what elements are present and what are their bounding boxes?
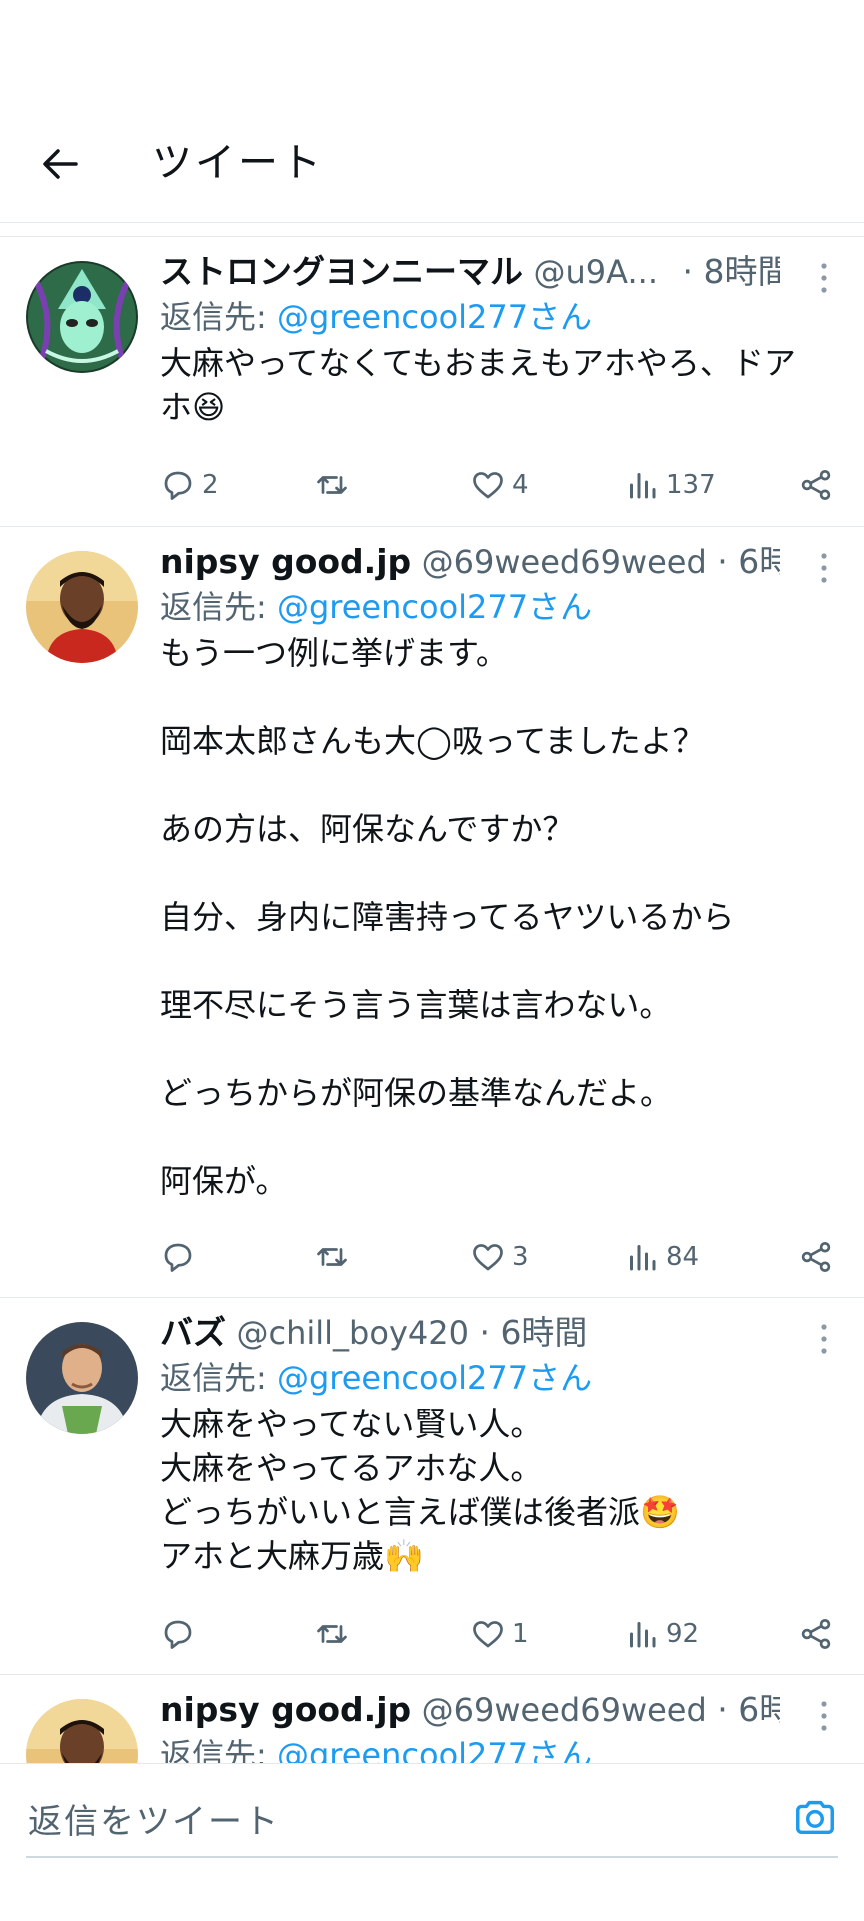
share-button[interactable] bbox=[798, 463, 834, 507]
display-name[interactable]: nipsy good.jp bbox=[160, 1690, 411, 1729]
views-button[interactable]: 84 bbox=[624, 1235, 699, 1279]
reply-input[interactable] bbox=[26, 1784, 840, 1860]
tweet-time[interactable]: 6時間 bbox=[500, 1313, 587, 1352]
view-count: 137 bbox=[666, 470, 716, 500]
camera-button[interactable] bbox=[792, 1794, 838, 1840]
tweet-card[interactable]: バズ @chill_boy420 · 6時間 返信先: @greencool27… bbox=[0, 1297, 864, 1674]
tweet-text: もう一つ例に挙げます。 岡本太郎さんも大◯吸ってましたよ？ あの方は、阿保なんで… bbox=[160, 634, 735, 1200]
avatar[interactable] bbox=[26, 261, 138, 373]
reply-icon bbox=[164, 1620, 192, 1649]
reply-prefix: 返信先: bbox=[160, 1359, 277, 1397]
user-handle[interactable]: @u9A... bbox=[534, 253, 658, 291]
avatar-space-ranger-image bbox=[26, 1322, 138, 1434]
reply-mention-link[interactable]: @greencool277さん bbox=[277, 298, 592, 336]
bar-chart-icon bbox=[630, 473, 656, 499]
reply-prefix: 返信先: bbox=[160, 588, 277, 626]
reply-context: 返信先: @greencool277さん bbox=[160, 1356, 834, 1400]
tweet-meta: ストロングヨンニーマル @u9A... · 8時間 bbox=[160, 249, 780, 295]
display-name[interactable]: バズ bbox=[160, 1313, 226, 1352]
tweet-actions: 3 84 bbox=[160, 1235, 834, 1279]
more-options-button[interactable] bbox=[814, 1322, 834, 1356]
reply-context: 返信先: @greencool277さん bbox=[160, 295, 834, 339]
display-name[interactable]: ストロングヨンニーマル bbox=[160, 252, 523, 291]
user-handle[interactable]: @chill_boy420 bbox=[237, 1314, 469, 1352]
tweet-time[interactable]: 6時間 bbox=[738, 1690, 780, 1729]
views-button[interactable]: 92 bbox=[624, 1612, 699, 1656]
user-handle[interactable]: @69weed69weed bbox=[422, 543, 707, 581]
reply-mention-link[interactable]: @greencool277さん bbox=[277, 1359, 592, 1397]
retweet-button[interactable] bbox=[314, 1612, 356, 1656]
reply-button[interactable]: 2 bbox=[160, 463, 219, 507]
heart-icon bbox=[473, 472, 503, 499]
share-icon bbox=[801, 1242, 831, 1272]
back-button[interactable] bbox=[38, 142, 82, 186]
avatar-alien-image bbox=[26, 261, 138, 373]
page-title: ツイート bbox=[152, 140, 324, 186]
reply-context: 返信先: @greencool277さん bbox=[160, 585, 834, 629]
tweet-meta: バズ @chill_boy420 · 6時間 bbox=[160, 1310, 780, 1356]
view-count: 92 bbox=[666, 1619, 700, 1649]
like-button[interactable]: 4 bbox=[470, 463, 529, 507]
avatar-man-image bbox=[26, 551, 138, 663]
tweet-time[interactable]: 6時間 bbox=[738, 542, 780, 581]
share-icon bbox=[801, 470, 831, 500]
reply-prefix: 返信先: bbox=[160, 298, 277, 336]
like-count: 4 bbox=[512, 470, 529, 500]
heart-icon bbox=[473, 1244, 503, 1271]
share-button[interactable] bbox=[798, 1612, 834, 1656]
tweet-actions: 2 4 137 bbox=[160, 463, 834, 507]
reply-icon bbox=[164, 1243, 192, 1272]
user-handle[interactable]: @69weed69weed bbox=[422, 1691, 707, 1729]
retweet-button[interactable] bbox=[314, 463, 356, 507]
reply-count: 2 bbox=[202, 470, 219, 500]
tweet-text: 大麻をやってない賢い人。 大麻をやってるアホな人。 どっちがいいと言えば僕は後者… bbox=[160, 1405, 680, 1575]
tweet-time[interactable]: 8時間 bbox=[703, 252, 780, 291]
top-app-bar: ツイート bbox=[0, 0, 864, 223]
separator-dot: · bbox=[706, 1690, 739, 1729]
share-button[interactable] bbox=[798, 1235, 834, 1279]
retweet-icon bbox=[317, 1248, 347, 1266]
reply-composer bbox=[0, 1763, 864, 1921]
heart-icon bbox=[473, 1621, 503, 1648]
like-count: 3 bbox=[512, 1242, 529, 1272]
bar-chart-icon bbox=[630, 1622, 656, 1648]
camera-icon bbox=[796, 1800, 834, 1835]
share-icon bbox=[801, 1619, 831, 1649]
separator-dot: · bbox=[682, 252, 693, 291]
like-count: 1 bbox=[512, 1619, 529, 1649]
like-button[interactable]: 3 bbox=[470, 1235, 529, 1279]
views-button[interactable]: 137 bbox=[624, 463, 716, 507]
reply-button[interactable] bbox=[160, 1612, 202, 1656]
retweet-button[interactable] bbox=[314, 1235, 356, 1279]
tweet-card[interactable]: ストロングヨンニーマル @u9A... · 8時間 返信先: @greencoo… bbox=[0, 236, 864, 526]
retweet-icon bbox=[317, 476, 347, 494]
retweet-icon bbox=[317, 1625, 347, 1643]
tweet-text: 大麻やってなくてもおまえもアホやろ、ドア ホ😆 bbox=[160, 344, 796, 426]
more-vertical-icon bbox=[821, 1701, 827, 1731]
input-underline bbox=[26, 1856, 838, 1858]
reply-icon bbox=[164, 471, 192, 500]
arrow-left-icon bbox=[43, 149, 78, 179]
separator-dot: · bbox=[706, 542, 739, 581]
tweet-actions: 1 92 bbox=[160, 1612, 834, 1656]
bar-chart-icon bbox=[630, 1245, 656, 1271]
like-button[interactable]: 1 bbox=[470, 1612, 529, 1656]
more-vertical-icon bbox=[821, 263, 827, 293]
more-vertical-icon bbox=[821, 553, 827, 583]
more-vertical-icon bbox=[821, 1324, 827, 1354]
view-count: 84 bbox=[666, 1242, 700, 1272]
tweet-meta: nipsy good.jp @69weed69weed · 6時間 bbox=[160, 1687, 780, 1733]
more-options-button[interactable] bbox=[814, 1699, 834, 1733]
tweet-card[interactable]: nipsy good.jp @69weed69weed · 6時間 返信先: @… bbox=[0, 526, 864, 1297]
avatar[interactable] bbox=[26, 551, 138, 663]
more-options-button[interactable] bbox=[814, 261, 834, 295]
tweet-meta: nipsy good.jp @69weed69weed · 6時間 bbox=[160, 539, 780, 585]
reply-mention-link[interactable]: @greencool277さん bbox=[277, 588, 592, 626]
reply-button[interactable] bbox=[160, 1235, 202, 1279]
separator-dot: · bbox=[468, 1313, 501, 1352]
reply-feed: ストロングヨンニーマル @u9A... · 8時間 返信先: @greencoo… bbox=[0, 236, 864, 1874]
avatar[interactable] bbox=[26, 1322, 138, 1434]
display-name[interactable]: nipsy good.jp bbox=[160, 542, 411, 581]
more-options-button[interactable] bbox=[814, 551, 834, 585]
